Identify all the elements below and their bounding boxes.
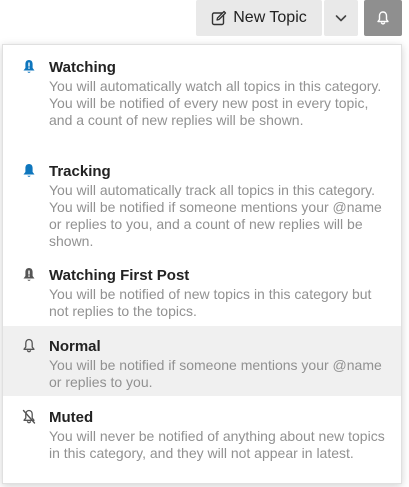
topic-options-dropdown-button[interactable]	[324, 0, 358, 36]
bell-outline-icon	[21, 338, 37, 354]
menu-option-normal[interactable]: Normal You will be notified if someone m…	[3, 326, 401, 396]
menu-option-watching[interactable]: Watching You will automatically watch al…	[3, 45, 401, 149]
option-description: You will automatically track all topics …	[49, 182, 382, 249]
bell-exclamation-icon	[21, 267, 37, 283]
notifications-button[interactable]	[364, 0, 402, 36]
option-description: You will be notified of new topics in th…	[49, 286, 372, 319]
bell-icon	[21, 163, 37, 179]
option-description: You will never be notified of anything a…	[49, 428, 385, 461]
bell-slash-icon	[21, 409, 37, 425]
notification-level-menu: Watching You will automatically watch al…	[2, 44, 402, 484]
bell-icon	[375, 10, 391, 26]
new-topic-button[interactable]: New Topic	[196, 0, 322, 36]
option-description: You will be notified if someone mentions…	[49, 357, 382, 390]
menu-option-tracking[interactable]: Tracking You will automatically track al…	[3, 149, 401, 253]
page: New Topic Watching You will automaticall…	[0, 0, 409, 487]
bell-exclamation-icon	[21, 59, 37, 75]
menu-option-watching-first-post[interactable]: Watching First Post You will be notified…	[3, 253, 401, 325]
new-topic-label: New Topic	[233, 9, 307, 26]
option-title: Muted	[49, 409, 94, 426]
pencil-square-icon	[211, 10, 227, 26]
option-title: Tracking	[49, 163, 111, 180]
option-title: Watching	[49, 59, 116, 76]
chevron-down-icon	[334, 11, 348, 25]
option-description: You will automatically watch all topics …	[49, 78, 382, 128]
menu-option-muted[interactable]: Muted You will never be notified of anyt…	[3, 396, 401, 484]
option-title: Watching First Post	[49, 267, 190, 284]
option-title: Normal	[49, 338, 101, 355]
